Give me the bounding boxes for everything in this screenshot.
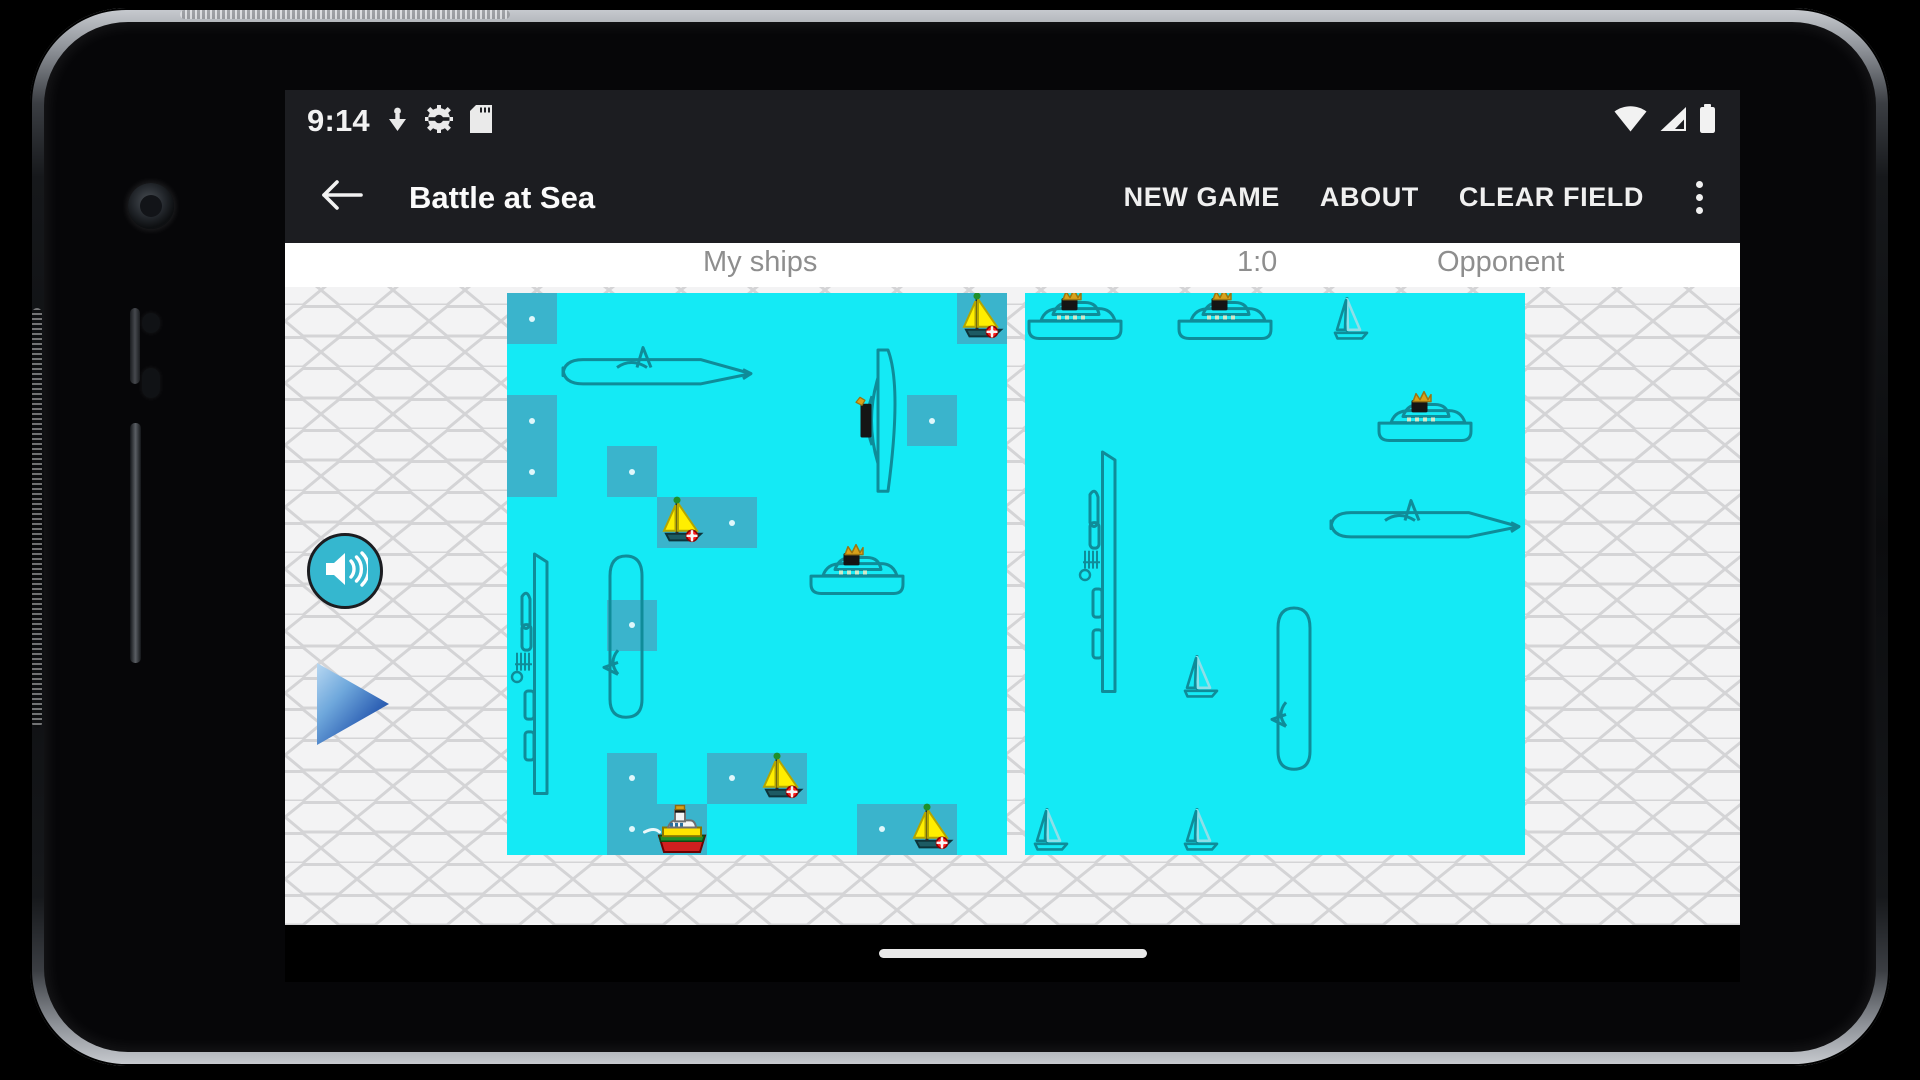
- frame-knurl-left: [32, 308, 42, 728]
- sailboat-icon[interactable]: [1325, 293, 1375, 344]
- overflow-dot: [1695, 194, 1703, 201]
- game-area: My ships 1:0 Opponent: [285, 243, 1740, 925]
- miss-cell[interactable]: [607, 752, 657, 804]
- status-bar: 9:14: [285, 90, 1740, 152]
- destroyer-icon[interactable]: [855, 344, 907, 497]
- score-label: 1:0: [1237, 246, 1278, 278]
- overflow-menu-icon[interactable]: [1672, 167, 1726, 229]
- status-bar-right-group: [1614, 104, 1716, 138]
- cruiser-icon[interactable]: [807, 544, 907, 599]
- my-ships-board[interactable]: [507, 293, 1007, 855]
- submarine-vertical-icon[interactable]: [1270, 600, 1325, 804]
- download-icon: [387, 106, 408, 137]
- sailboat-hit-icon: [957, 293, 1007, 344]
- miss-cell[interactable]: [607, 446, 657, 498]
- submarine-icon[interactable]: [557, 344, 757, 395]
- opponent-board[interactable]: [1025, 293, 1525, 855]
- phone-screen: 9:14 Battle at Sea NEW GAME ABOUT CLEAR …: [285, 90, 1740, 982]
- miss-cell[interactable]: [507, 446, 557, 498]
- overflow-dot: [1695, 207, 1703, 214]
- phone-device-frame: 9:14 Battle at Sea NEW GAME ABOUT CLEAR …: [30, 8, 1890, 1066]
- cruiser-icon[interactable]: [1375, 391, 1475, 446]
- page-title: Battle at Sea: [409, 179, 596, 215]
- sailboat-hit-icon: [907, 803, 957, 855]
- miss-cell[interactable]: [507, 395, 557, 447]
- power-button[interactable]: [130, 423, 141, 663]
- sailboat-hit-icon: [657, 496, 707, 548]
- aircraft-carrier-icon[interactable]: [1075, 446, 1125, 701]
- submarine-icon[interactable]: [1325, 497, 1525, 548]
- toolbar-actions: NEW GAME ABOUT CLEAR FIELD: [1104, 167, 1726, 229]
- sailboat-hit-icon: [757, 752, 807, 804]
- miss-cell[interactable]: [907, 395, 957, 447]
- volume-down-button[interactable]: [130, 338, 140, 384]
- home-pill-indicator[interactable]: [878, 949, 1147, 958]
- status-clock: 9:14: [307, 103, 370, 138]
- miss-cell[interactable]: [507, 293, 557, 345]
- sailboat-icon[interactable]: [1175, 804, 1225, 855]
- front-camera-lens: [128, 183, 174, 229]
- system-navigation-bar: [285, 925, 1740, 982]
- play-button[interactable]: [313, 661, 391, 747]
- clear-field-button[interactable]: CLEAR FIELD: [1439, 172, 1664, 223]
- back-arrow-icon: [321, 178, 363, 217]
- status-bar-left-group: 9:14: [307, 103, 492, 139]
- new-game-button[interactable]: NEW GAME: [1104, 172, 1300, 223]
- sound-toggle-button[interactable]: [307, 533, 383, 609]
- wifi-icon: [1614, 105, 1647, 137]
- my-ships-label: My ships: [703, 246, 818, 278]
- back-button[interactable]: [311, 167, 373, 229]
- app-toolbar: Battle at Sea NEW GAME ABOUT CLEAR FIELD: [285, 152, 1740, 243]
- sailboat-icon[interactable]: [1025, 804, 1075, 855]
- cellular-signal-icon: [1659, 106, 1687, 137]
- miss-cell[interactable]: [857, 803, 907, 855]
- sailboat-icon[interactable]: [1175, 651, 1225, 702]
- sd-card-icon: [469, 104, 492, 138]
- cruiser-icon[interactable]: [1025, 293, 1125, 344]
- overflow-dot: [1695, 181, 1703, 188]
- battery-icon: [1699, 104, 1716, 138]
- play-arrow-icon: [313, 663, 391, 751]
- board-header: My ships 1:0 Opponent: [285, 243, 1740, 287]
- opponent-label: Opponent: [1437, 246, 1565, 278]
- speaker-on-icon: [322, 548, 371, 595]
- tugboat-hit-icon: [643, 804, 707, 855]
- frame-knurl-top: [180, 10, 510, 19]
- miss-cell[interactable]: [707, 497, 757, 549]
- miss-cell[interactable]: [707, 752, 757, 804]
- about-button[interactable]: ABOUT: [1300, 172, 1439, 223]
- sensor-dot: [142, 368, 160, 398]
- submarine-vertical-icon[interactable]: [602, 548, 657, 752]
- cruiser-icon[interactable]: [1175, 293, 1275, 344]
- sensor-dot: [142, 313, 160, 333]
- gear-icon: [424, 104, 453, 138]
- aircraft-carrier-icon[interactable]: [507, 548, 557, 803]
